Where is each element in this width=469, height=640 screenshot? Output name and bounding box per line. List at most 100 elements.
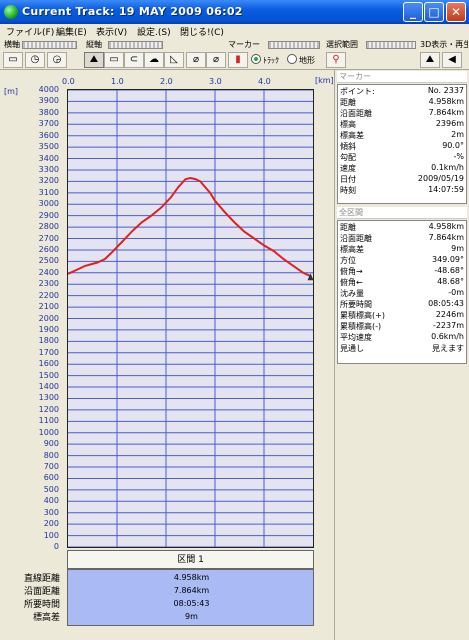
elevation-chart-svg xyxy=(68,90,313,547)
section-info-row-value: -0m xyxy=(448,288,464,297)
section-info-row-value: 349.09° xyxy=(432,255,464,264)
clock-icon[interactable]: ◷ xyxy=(25,52,45,68)
view3d-icon[interactable]: ⛰ xyxy=(420,52,440,68)
section-values: 4.958km 7.864km 08:05:43 9m xyxy=(67,569,314,626)
section-info-row-value: 見えます xyxy=(432,344,464,353)
marker-info-row-value: 2396m xyxy=(435,119,464,128)
marker-pin-icon[interactable]: ▮ xyxy=(228,52,248,68)
menu-file[interactable]: ファイル(F) xyxy=(6,25,54,38)
y-tick-label: 3600 xyxy=(38,130,59,140)
section-info-row-value: 08:05:43 xyxy=(428,299,464,308)
y-tick-label: 2500 xyxy=(38,256,59,266)
menu-view[interactable]: 表示(V) xyxy=(96,25,127,38)
elapsed-time-label: 所要時間 xyxy=(23,600,60,610)
y-tick-label: 200 xyxy=(43,519,59,529)
ruler-icon[interactable]: ▭ xyxy=(3,52,23,68)
x-tick-label: 1.0 xyxy=(111,77,124,86)
y-tick-label: 2800 xyxy=(38,222,59,232)
y-tick-label: 2400 xyxy=(38,267,59,277)
horizontal-zoom-slider[interactable] xyxy=(22,41,77,49)
straight-distance-value: 4.958km xyxy=(173,573,210,582)
elevation-plot[interactable] xyxy=(67,89,314,548)
road-icon[interactable]: ⊂ xyxy=(124,52,144,68)
y-tick-label: 100 xyxy=(43,530,59,540)
surface-distance-label: 沿面距離 xyxy=(23,587,60,597)
slope-icon[interactable]: ◺ xyxy=(164,52,184,68)
section-info-box: 距離 4.958km 沿面距離 7.864km 標高差 9m 方位 349.09° 俯角→ -48… xyxy=(337,220,467,364)
marker-info-row-value: 0.1km/h xyxy=(431,163,464,172)
mountain-icon[interactable]: ⛰ xyxy=(84,52,104,68)
minimize-button[interactable]: _ xyxy=(403,2,423,22)
y-tick-label: 2100 xyxy=(38,302,59,312)
y-tick-label: 1000 xyxy=(38,427,59,437)
y-tick-label: 2200 xyxy=(38,290,59,300)
y-tick-label: 2900 xyxy=(38,210,59,220)
section-info-row-key: 累積標高(+) xyxy=(340,311,385,320)
y-tick-label: 1200 xyxy=(38,404,59,414)
section-info-row-key: 累積標高(-) xyxy=(340,322,382,331)
marker-info-row-key: 距離 xyxy=(340,98,356,107)
marker-info-row-key: ポイント: xyxy=(340,87,375,96)
vertical-zoom-slider[interactable] xyxy=(108,41,163,49)
section-info-row: 方位 349.09° xyxy=(340,255,464,265)
section-info-row: 累積標高(-) -2237m xyxy=(340,321,464,331)
walk-icon[interactable]: ⌀ xyxy=(186,52,206,68)
play-back-icon[interactable]: ◀ xyxy=(442,52,462,68)
x-tick-label: 0.0 xyxy=(62,77,75,86)
straight-distance-label: 直線距離 xyxy=(23,574,60,584)
menu-edit[interactable]: 編集(E) xyxy=(56,25,87,38)
y-axis-unit: [m] xyxy=(4,87,19,96)
section-info-row: 沈み量 -0m xyxy=(340,288,464,298)
elevation-diff-value: 9m xyxy=(185,612,198,621)
menu-settings[interactable]: 設定.(S) xyxy=(137,25,171,38)
section-summary: 区間 1 4.958km 7.864km 08:05:43 9m 直線距離 沿面… xyxy=(0,550,334,640)
marker-info-row-value: 2m xyxy=(451,130,464,139)
section-info-row: 距離 4.958km xyxy=(340,222,464,232)
clock-speed-icon[interactable]: ◶ xyxy=(47,52,67,68)
track-radio-label: ﾄﾗｯｸ xyxy=(263,56,279,65)
terrain-radio-label: 地形 xyxy=(299,56,315,65)
flat-ruler-icon[interactable]: ▭ xyxy=(104,52,124,68)
selection-range-label: 選択範囲 xyxy=(326,40,358,49)
section-info-row: 累積標高(+) 2246m xyxy=(340,310,464,320)
y-tick-label: 3700 xyxy=(38,119,59,129)
section-info-row-value: -48.68° xyxy=(434,266,464,275)
horizontal-axis-label: 横軸 xyxy=(4,40,20,49)
section-info-row: 平均速度 0.6km/h xyxy=(340,332,464,342)
marker-info-row: ポイント: No. 2337 xyxy=(340,86,464,96)
maximize-button[interactable]: □ xyxy=(424,2,444,22)
section-info-row-key: 距離 xyxy=(340,223,356,232)
marker-find-icon[interactable]: ⚲ xyxy=(326,52,346,68)
marker-info-row-key: 標高 xyxy=(340,120,356,129)
vertical-axis-label: 縦軸 xyxy=(86,40,102,49)
marker-info-row-key: 沿面距離 xyxy=(340,109,372,118)
terrain-radio[interactable] xyxy=(287,54,297,64)
y-tick-label: 3900 xyxy=(38,96,59,106)
marker-info-row: 標高差 2m xyxy=(340,130,464,140)
y-tick-label: 1500 xyxy=(38,370,59,380)
track-radio[interactable] xyxy=(251,54,261,64)
x-tick-label: 4.0 xyxy=(258,77,271,86)
info-panel: マーカー ポイント: No. 2337 距離 4.958km 沿面距離 7.864km 標高… xyxy=(334,70,469,640)
selection-range-slider[interactable] xyxy=(366,41,416,49)
section-info-row: 標高差 9m xyxy=(340,244,464,254)
y-tick-label: 400 xyxy=(43,496,59,506)
y-tick-label: 3800 xyxy=(38,107,59,117)
section-info-row-value: -2237m xyxy=(432,321,464,330)
marker-slider[interactable] xyxy=(268,41,320,49)
marker-info-row: 勾配 -% xyxy=(340,152,464,162)
marker-info-row-value: No. 2337 xyxy=(427,86,464,95)
marker-info-row: 距離 4.958km xyxy=(340,97,464,107)
menu-close[interactable]: 閉じる!(C) xyxy=(180,25,224,38)
marker-info-row: 傾斜 90.0° xyxy=(340,141,464,151)
section-info-row-key: 俯角← xyxy=(340,278,363,287)
walk-alt-icon[interactable]: ⌀ xyxy=(206,52,226,68)
y-tick-label: 800 xyxy=(43,450,59,460)
app-window: Current Track: 19 MAY 2009 06:02 _ □ ✕ フ… xyxy=(0,0,469,640)
section-header[interactable]: 区間 1 xyxy=(67,550,314,569)
title-bar[interactable]: Current Track: 19 MAY 2009 06:02 _ □ ✕ xyxy=(0,0,469,24)
close-button[interactable]: ✕ xyxy=(446,2,466,22)
section-info-row: 俯角→ -48.68° xyxy=(340,266,464,276)
section-info-row-key: 方位 xyxy=(340,256,356,265)
cloud-icon[interactable]: ☁ xyxy=(144,52,164,68)
